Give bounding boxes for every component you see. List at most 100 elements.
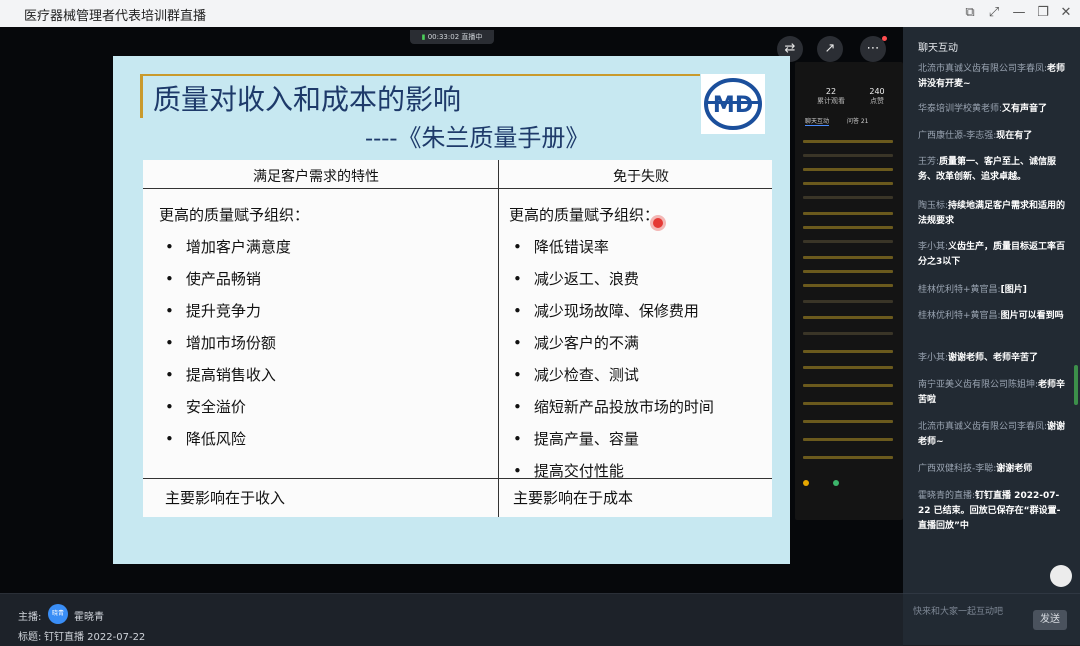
mini-msg-line	[803, 154, 893, 157]
send-button[interactable]: 发送	[1033, 610, 1067, 630]
mini-msg-line	[803, 332, 893, 335]
chat-message: 霍晓青的直播:钉钉直播 2022-07-22 已结束。回放已保存在“群设置-直播…	[918, 489, 1068, 534]
chat-message: 南宁亚美义齿有限公司陈姐坤:老师辛苦啦	[918, 378, 1068, 408]
col1-item: 提高销售收入	[165, 364, 276, 385]
mini-msg-line	[803, 256, 893, 259]
presentation-slide: 质量对收入和成本的影响 ----《朱兰质量手册》 MD 满足客户需求的特性 免于…	[113, 56, 790, 564]
chat-scrollbar[interactable]	[1074, 365, 1078, 405]
maximize-icon[interactable]: ❐	[1033, 3, 1053, 23]
mini-badge-icon	[833, 480, 839, 486]
comparison-table: 满足客户需求的特性 免于失败 更高的质量赋予组织： 更高的质量赋予组织： 增加客…	[143, 160, 772, 517]
chat-message: 李小其:谢谢老师、老师辛苦了	[918, 351, 1068, 366]
live-status-pill: ▮ 00:33:02 直播中	[410, 30, 494, 44]
col1-item: 增加客户满意度	[165, 236, 291, 257]
mini-tab-chat[interactable]: 聊天互动	[805, 118, 830, 126]
mini-msg-line	[803, 182, 893, 185]
col2-item: 减少检查、测试	[513, 364, 639, 385]
notification-dot	[882, 36, 887, 41]
mini-badge-icon	[803, 480, 809, 486]
mini-msg-line	[803, 240, 893, 243]
chat-text: 谢谢老师、老师辛苦了	[948, 353, 1039, 363]
col2-footer: 主要影响在于成本	[513, 489, 634, 507]
host-name[interactable]: 霍晓青	[74, 608, 104, 623]
live-status: 直播中	[461, 33, 483, 41]
chat-panel: 聊天互动 北流市真诚义齿有限公司李春凤:老师讲没有开麦~ 华泰培训学校黄老师:又…	[903, 27, 1080, 645]
view-count-label: 累计观看	[817, 97, 845, 105]
share-icon[interactable]: ↗	[817, 36, 843, 62]
col1-item: 使产品畅销	[165, 268, 261, 289]
mini-msg-line	[803, 316, 893, 319]
mini-tab-qa[interactable]: 问答 21	[847, 118, 869, 125]
chat-message: 华泰培训学校黄老师:又有声音了	[918, 102, 1068, 117]
chat-message: 北流市真诚义齿有限公司李春凤:谢谢老师~	[918, 420, 1068, 450]
col2-item: 缩短新产品投放市场的时间	[513, 396, 714, 417]
col1-header: 满足客户需求的特性	[253, 169, 379, 185]
chat-message: 桂林优利特+黄官昌:图片可以看到吗	[918, 309, 1068, 324]
chat-text: [图片]	[1000, 285, 1027, 295]
mini-msg-line	[803, 284, 893, 287]
col1-footer: 主要影响在于收入	[165, 489, 286, 507]
live-float-icon[interactable]	[1050, 565, 1072, 587]
live-time: 00:33:02	[427, 33, 460, 41]
chat-user: 霍晓青的直播:	[918, 491, 976, 501]
chat-message: 北流市真诚义齿有限公司李春凤:老师讲没有开麦~	[918, 62, 1068, 92]
chat-header: 聊天互动	[918, 43, 958, 54]
chat-user: 广西双健科技-李聪:	[918, 464, 997, 474]
share-window-icon[interactable]: ⧉	[960, 3, 980, 23]
close-icon[interactable]: ✕	[1056, 3, 1076, 23]
chat-text: 现在有了	[996, 131, 1033, 141]
presenter-preview-panel: 22 累计观看 240 点赞 聊天互动 问答 21	[795, 62, 903, 520]
chat-message: 李小其:义齿生产，质量目标返工率百分之3以下	[918, 240, 1068, 270]
chat-user: 李小其:	[918, 242, 949, 252]
col2-item: 提高产量、容量	[513, 428, 639, 449]
mini-msg-line	[803, 140, 893, 143]
live-title: 钉钉直播 2022-07-22	[44, 632, 146, 643]
host-avatar[interactable]: 晓青	[48, 604, 68, 624]
col1-item: 安全溢价	[165, 396, 246, 417]
window-titlebar: 医疗器械管理者代表培训群直播 ⧉ ⤢ — ❐ ✕	[0, 0, 1080, 28]
col2-item: 降低错误率	[513, 236, 609, 257]
window-title: 医疗器械管理者代表培训群直播	[24, 9, 207, 24]
chat-user: 桂林优利特+黄官昌:	[918, 311, 1001, 321]
table-divider	[498, 160, 499, 517]
view-count-value: 22	[825, 87, 837, 96]
col2-item: 减少现场故障、保修费用	[513, 300, 699, 321]
mini-msg-line	[803, 350, 893, 353]
svg-text:MD: MD	[713, 93, 753, 118]
col1-item: 降低风险	[165, 428, 246, 449]
signal-icon: ▮	[421, 33, 426, 41]
chat-user: 华泰培训学校黄老师:	[918, 104, 1003, 114]
chat-user: 北流市真诚义齿有限公司李春凤:	[918, 422, 1048, 432]
mini-msg-line	[803, 384, 893, 387]
title-label: 标题:	[18, 632, 42, 643]
minimize-icon[interactable]: —	[1009, 3, 1029, 23]
chat-message: 广西康仕源-李志强:现在有了	[918, 129, 1068, 144]
mini-tabs: 聊天互动 问答 21	[805, 116, 869, 126]
slide-title-rule	[140, 74, 143, 118]
col1-subheading: 更高的质量赋予组织：	[159, 206, 310, 224]
like-count-value: 240	[869, 87, 885, 96]
view-count: 22 累计观看	[811, 87, 851, 106]
col1-item: 增加市场份额	[165, 332, 276, 353]
table-footer-line	[143, 478, 772, 479]
chat-user: 桂林优利特+黄官昌:	[918, 285, 1001, 295]
col2-item: 提高交付性能	[513, 460, 624, 481]
fullscreen-icon[interactable]: ⤢	[984, 3, 1004, 23]
chat-input[interactable]: 快来和大家一起互动吧	[913, 604, 1003, 617]
like-count: 240 点赞	[857, 87, 897, 106]
live-info-bar: 主播: 晓青 霍晓青 标题: 钉钉直播 2022-07-22	[0, 593, 903, 646]
chat-user: 陶玉标:	[918, 201, 949, 211]
laser-pointer-icon	[653, 218, 663, 228]
chat-message: 陶玉标:持续地满足客户需求和适用的法规要求	[918, 199, 1068, 229]
chat-text: 谢谢老师	[996, 464, 1033, 474]
chat-message: 桂林优利特+黄官昌:[图片]	[918, 283, 1068, 298]
mini-msg-line	[803, 300, 893, 303]
col2-item: 减少客户的不满	[513, 332, 639, 353]
mini-msg-line	[803, 438, 893, 441]
mini-msg-line	[803, 456, 893, 459]
mini-msg-line	[803, 366, 893, 369]
col2-subheading: 更高的质量赋予组织：	[509, 206, 660, 224]
col2-header: 免于失败	[613, 169, 669, 185]
mini-msg-line	[803, 402, 893, 405]
chat-message: 王芳:质量第一、客户至上、诚信服务、改革创新、追求卓越。	[918, 155, 1068, 185]
